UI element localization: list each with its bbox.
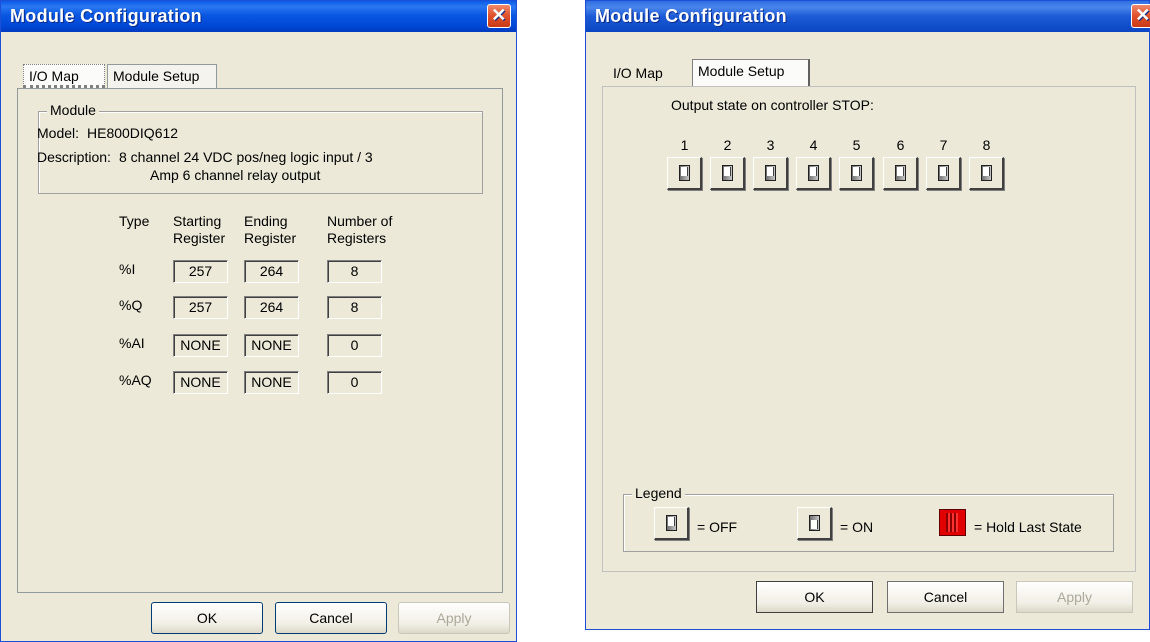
legend-on-text: = ON bbox=[840, 519, 874, 535]
tab-io-map[interactable]: I/O Map bbox=[23, 64, 105, 88]
header-ending-line1: Ending bbox=[244, 213, 288, 229]
legend-groupbox: Legend = OFF = ON = Hold Last State bbox=[623, 485, 1114, 552]
switch-off-icon bbox=[722, 165, 733, 181]
hold-hand-icon bbox=[939, 509, 966, 536]
legend-off-swatch bbox=[654, 507, 689, 540]
close-button[interactable]: ✕ bbox=[487, 4, 511, 28]
switch-off-icon bbox=[851, 165, 862, 181]
ok-button[interactable]: OK bbox=[756, 581, 873, 613]
switch-off-icon bbox=[765, 165, 776, 181]
ending-register-field: NONE bbox=[244, 334, 299, 357]
header-type: Type bbox=[119, 213, 150, 229]
ending-register-field: 264 bbox=[244, 260, 299, 283]
tab-module-setup[interactable]: Module Setup bbox=[107, 64, 217, 88]
channel-number: 7 bbox=[939, 137, 948, 153]
header-number-line2: Registers bbox=[327, 230, 387, 246]
channel-number: 2 bbox=[723, 137, 732, 153]
row-type-aq: %AQ bbox=[119, 372, 152, 388]
close-icon: ✕ bbox=[491, 5, 507, 25]
switch-off-icon bbox=[895, 165, 906, 181]
channel-number: 8 bbox=[982, 137, 991, 153]
starting-register-field: NONE bbox=[173, 371, 228, 394]
header-starting-line2: Register bbox=[173, 230, 226, 246]
description-line-2: Amp 6 channel relay output bbox=[150, 167, 321, 183]
legend-on-swatch bbox=[797, 507, 832, 540]
module-setup-panel: Output state on controller STOP: 1 2 3 4… bbox=[602, 86, 1136, 572]
starting-register-field: 257 bbox=[173, 260, 228, 283]
header-number-of-registers: Number of Registers bbox=[327, 213, 392, 247]
channel-8-stop-state-toggle[interactable] bbox=[969, 157, 1004, 190]
close-icon: ✕ bbox=[1135, 5, 1150, 25]
legend-hold-text: = Hold Last State bbox=[974, 519, 1082, 535]
switch-off-icon bbox=[981, 165, 992, 181]
switch-off-icon bbox=[808, 165, 819, 181]
number-of-registers-field: 8 bbox=[327, 260, 382, 283]
header-number-line1: Number of bbox=[327, 213, 393, 229]
cancel-button[interactable]: Cancel bbox=[887, 581, 1004, 613]
legend-label: Legend bbox=[632, 485, 685, 501]
model-value: HE800DIQ612 bbox=[87, 125, 179, 141]
ending-register-field: 264 bbox=[244, 296, 299, 319]
channel-5-stop-state-toggle[interactable] bbox=[839, 157, 874, 190]
channel-number: 1 bbox=[680, 137, 689, 153]
channel-4-stop-state-toggle[interactable] bbox=[796, 157, 831, 190]
row-type-i: %I bbox=[119, 261, 136, 277]
starting-register-field: NONE bbox=[173, 334, 228, 357]
tab-io-map[interactable]: I/O Map bbox=[608, 62, 690, 86]
title-bar[interactable]: Module Configuration ✕ bbox=[1, 1, 516, 32]
number-of-registers-field: 8 bbox=[327, 296, 382, 319]
header-starting-register: Starting Register bbox=[173, 213, 225, 247]
channel-3-stop-state-toggle[interactable] bbox=[753, 157, 788, 190]
io-map-panel: Module Model: HE800DIQ612 Description: 8… bbox=[17, 88, 503, 593]
channel-6-stop-state-toggle[interactable] bbox=[883, 157, 918, 190]
module-configuration-dialog-module-setup: Module Configuration ✕ I/O Map Module Se… bbox=[585, 0, 1150, 630]
cancel-button[interactable]: Cancel bbox=[275, 602, 387, 634]
output-state-label: Output state on controller STOP: bbox=[671, 97, 874, 113]
module-groupbox: Module Model: HE800DIQ612 Description: 8… bbox=[37, 102, 483, 194]
row-type-ai: %AI bbox=[119, 335, 145, 351]
channel-number: 5 bbox=[852, 137, 861, 153]
window-title: Module Configuration bbox=[595, 6, 787, 26]
switch-off-icon bbox=[666, 515, 677, 531]
description-line-1: 8 channel 24 VDC pos/neg logic input / 3 bbox=[119, 149, 373, 165]
description-label: Description: bbox=[37, 149, 111, 165]
header-ending-register: Ending Register bbox=[244, 213, 296, 247]
model-label: Model: bbox=[37, 125, 80, 141]
channel-number: 4 bbox=[809, 137, 818, 153]
legend-off-text: = OFF bbox=[697, 519, 738, 535]
channel-number: 3 bbox=[766, 137, 775, 153]
apply-button[interactable]: Apply bbox=[1016, 581, 1133, 613]
ok-button[interactable]: OK bbox=[151, 602, 263, 634]
window-title: Module Configuration bbox=[10, 6, 202, 26]
switch-off-icon bbox=[679, 165, 690, 181]
row-type-q: %Q bbox=[119, 297, 143, 313]
switch-off-icon bbox=[938, 165, 949, 181]
title-bar[interactable]: Module Configuration ✕ bbox=[586, 1, 1150, 32]
channel-2-stop-state-toggle[interactable] bbox=[710, 157, 745, 190]
switch-on-icon bbox=[809, 515, 820, 531]
channel-1-stop-state-toggle[interactable] bbox=[667, 157, 702, 190]
apply-button[interactable]: Apply bbox=[398, 602, 510, 634]
channel-7-stop-state-toggle[interactable] bbox=[926, 157, 961, 190]
header-ending-line2: Register bbox=[244, 230, 297, 246]
module-group-label: Module bbox=[47, 102, 99, 118]
starting-register-field: 257 bbox=[173, 296, 228, 319]
tab-module-setup[interactable]: Module Setup bbox=[692, 59, 810, 86]
number-of-registers-field: 0 bbox=[327, 371, 382, 394]
module-configuration-dialog-io-map: Module Configuration ✕ I/O Map Module Se… bbox=[0, 0, 517, 642]
close-button[interactable]: ✕ bbox=[1131, 4, 1150, 28]
channel-number: 6 bbox=[896, 137, 905, 153]
ending-register-field: NONE bbox=[244, 371, 299, 394]
header-starting-line1: Starting bbox=[173, 213, 222, 229]
number-of-registers-field: 0 bbox=[327, 334, 382, 357]
